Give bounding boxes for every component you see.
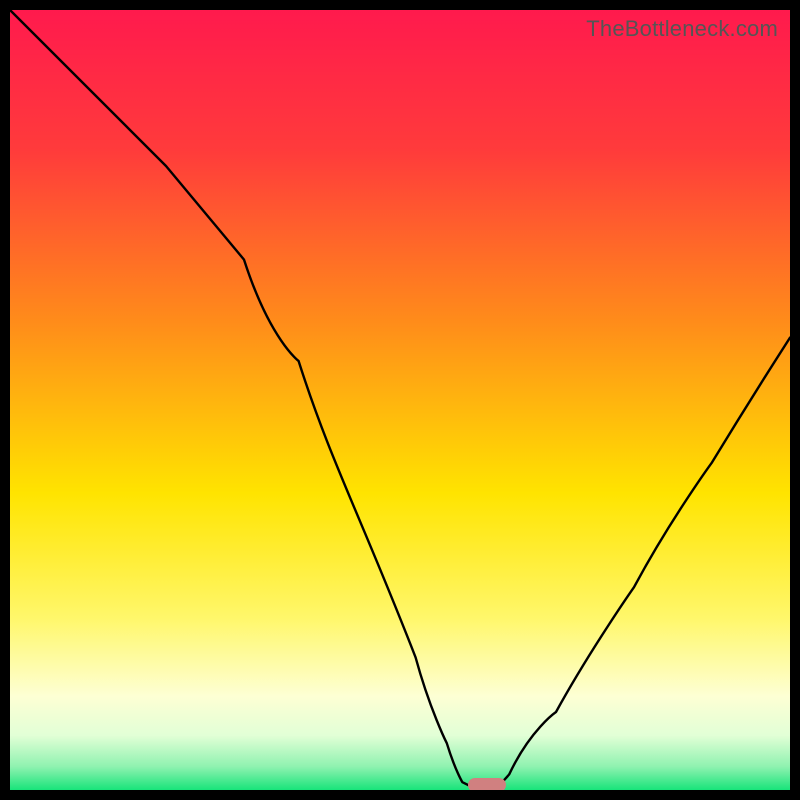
bottleneck-chart (10, 10, 790, 790)
plot-area: TheBottleneck.com (10, 10, 790, 790)
chart-frame: TheBottleneck.com (0, 0, 800, 800)
optimal-marker (468, 778, 506, 790)
watermark-text: TheBottleneck.com (586, 16, 778, 42)
